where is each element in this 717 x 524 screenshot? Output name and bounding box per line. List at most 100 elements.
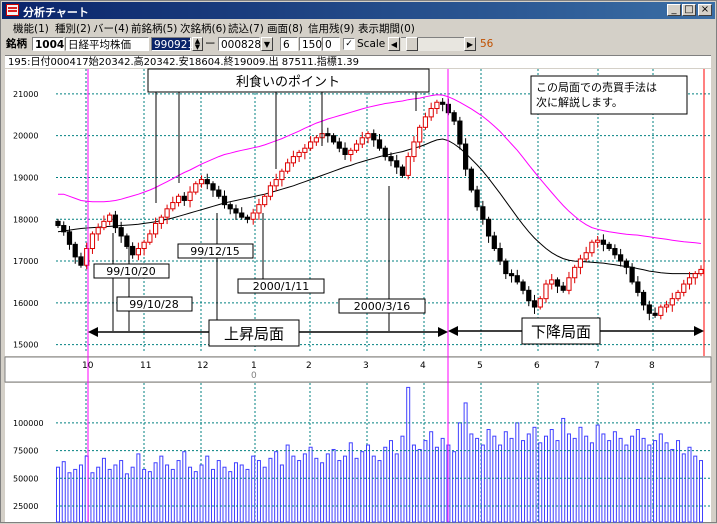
profit-points-label: 利食いのポイント (236, 74, 340, 90)
volume-bar (165, 464, 170, 523)
uptrend-label: 上昇局面 (224, 325, 284, 343)
volume-bar (268, 457, 273, 523)
volume-bar (211, 468, 216, 523)
volume-bar (291, 455, 296, 523)
volume-bar (457, 422, 462, 523)
volume-bar (136, 453, 141, 523)
volume-bar (101, 457, 106, 523)
volume-bar (635, 429, 640, 523)
volume-bar (406, 386, 411, 523)
date-label-991028: 99/10/28 (129, 298, 178, 311)
volume-bar (325, 453, 330, 523)
volume-bar (262, 466, 267, 523)
volume-bar (538, 442, 543, 523)
volume-bar (543, 435, 548, 523)
volume-bar (176, 460, 181, 523)
date-tick-label: 3 (363, 361, 369, 371)
volume-bar (308, 446, 313, 523)
volume-bar (388, 440, 393, 523)
volume-tick-label: 100000 (13, 419, 44, 428)
volume-bar (452, 451, 457, 523)
price-tick-label: 17000 (13, 257, 38, 266)
volume-bar (676, 440, 681, 523)
explain-note: この局面での売買手法は 次に解説します。 (530, 75, 688, 115)
price-tick-label: 18000 (13, 215, 38, 224)
volume-bar (153, 462, 158, 523)
volume-bar (681, 453, 686, 523)
volume-bar (130, 466, 135, 523)
volume-bar (285, 444, 290, 523)
volume-bar (354, 457, 359, 523)
volume-bar (607, 440, 612, 523)
volume-bar (199, 464, 204, 523)
volume-bar (423, 440, 428, 523)
volume-bar (693, 455, 698, 523)
volume-bar (251, 455, 256, 523)
volume-bar (480, 444, 485, 523)
date-label-20000111: 2000/1/11 (253, 280, 309, 293)
volume-bar (589, 442, 594, 523)
volume-bar (119, 460, 124, 523)
app-window: 分析チャート _ □ × 機能(1) 種別(2) バー(4) 前銘柄(5) 次銘… (0, 0, 717, 523)
volume-bar (670, 448, 675, 523)
volume-bar (147, 471, 152, 523)
volume-bar (274, 451, 279, 523)
volume-bar (56, 466, 60, 523)
volume-bar (498, 444, 503, 523)
x-sub-label: 0 (251, 371, 257, 381)
volume-bar (411, 444, 416, 523)
volume-bar (124, 473, 129, 523)
volume-bar (624, 444, 629, 523)
downtrend-label: 下降局面 (531, 323, 591, 341)
volume-bar (205, 455, 210, 523)
volume-bar (366, 444, 371, 523)
volume-bar (320, 462, 325, 523)
volume-bar (256, 460, 261, 523)
price-tick-label: 16000 (13, 299, 38, 308)
volume-bar (96, 466, 101, 523)
date-tick-label: 4 (420, 361, 426, 371)
volume-bar (653, 440, 658, 523)
volume-bar (61, 461, 66, 523)
date-tick-label: 6 (534, 361, 540, 371)
volume-bar (297, 460, 302, 523)
price-tick-label: 19000 (13, 173, 38, 182)
volume-bar (360, 451, 365, 523)
candle (474, 185, 480, 211)
candle (468, 166, 474, 193)
volume-bar (555, 440, 560, 523)
volume-bar (182, 451, 187, 523)
volume-bar (549, 429, 554, 523)
date-label-991215: 99/12/15 (190, 245, 239, 258)
chart-area: 21000 20000 19000 18000 17000 16000 15000 10 11… (4, 68, 712, 523)
explain-line-2: 次に解説します。 (536, 95, 623, 109)
volume-bar (417, 448, 422, 523)
volume-bar (630, 435, 635, 523)
volume-bar (699, 460, 703, 523)
volume-bar (383, 446, 388, 523)
volume-bar (578, 426, 583, 523)
volume-bar (521, 440, 526, 523)
date-tick-label: 7 (594, 361, 600, 371)
volume-bar (612, 431, 617, 523)
volume-bar (228, 471, 233, 523)
price-tick-label: 20000 (13, 132, 38, 141)
date-axis-panel (4, 356, 712, 383)
volume-bar (188, 466, 193, 523)
volume-tick-label: 75000 (13, 447, 38, 456)
volume-bar (314, 457, 319, 523)
volume-bar (216, 460, 221, 523)
volume-bar (532, 426, 537, 523)
date-label-991020: 99/10/20 (106, 265, 155, 278)
volume-bar (348, 442, 353, 523)
volume-bar (394, 453, 399, 523)
volume-bar (142, 468, 147, 523)
volume-bar (193, 471, 198, 523)
date-tick-label: 1 (251, 361, 257, 371)
volume-bar (78, 464, 83, 523)
volume-bar (687, 446, 692, 523)
candle (405, 152, 411, 180)
volume-bar (337, 460, 342, 523)
volume-bar (107, 468, 112, 523)
volume-bar (595, 424, 600, 523)
